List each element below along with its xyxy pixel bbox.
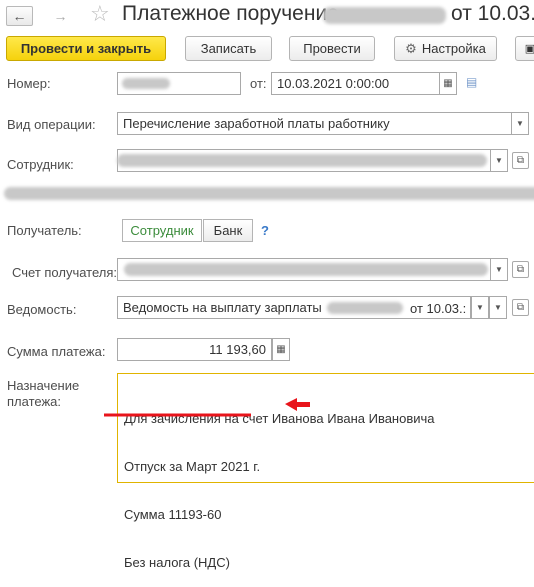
annotation-arrow-icon: [285, 398, 310, 411]
annotation-overlay: [104, 398, 310, 417]
purpose-line: Без налога (НДС): [124, 555, 230, 570]
purpose-line: Сумма 11193-60: [124, 507, 222, 522]
